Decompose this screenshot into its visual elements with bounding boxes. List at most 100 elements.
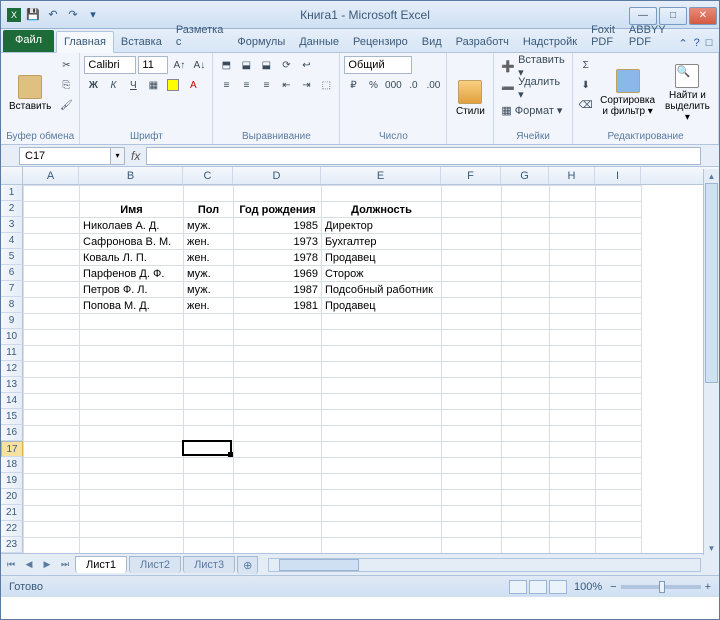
scroll-up-icon[interactable]: ▲ (704, 169, 719, 183)
zoom-percent[interactable]: 100% (574, 581, 602, 593)
cell-C18[interactable] (184, 458, 234, 474)
cell-G11[interactable] (502, 346, 550, 362)
cell-F22[interactable] (442, 522, 502, 538)
cell-A2[interactable] (24, 202, 80, 218)
sheet-nav-prev-icon[interactable]: ◀ (21, 557, 37, 573)
row-header-6[interactable]: 6 (1, 265, 23, 281)
tab-addins[interactable]: Надстройк (516, 32, 584, 52)
cell-A21[interactable] (24, 506, 80, 522)
cell-D23[interactable] (234, 538, 322, 554)
col-header-G[interactable]: G (501, 167, 549, 184)
cell-C5[interactable]: жен. (184, 250, 234, 266)
cell-E15[interactable] (322, 410, 442, 426)
format-cells-button[interactable]: ▦Формат ▾ (498, 100, 567, 120)
help-icon[interactable]: ? (694, 37, 700, 50)
cell-A8[interactable] (24, 298, 80, 314)
percent-icon[interactable]: % (364, 76, 382, 94)
cell-I22[interactable] (596, 522, 642, 538)
cell-G21[interactable] (502, 506, 550, 522)
cell-C15[interactable] (184, 410, 234, 426)
cell-F7[interactable] (442, 282, 502, 298)
cell-G23[interactable] (502, 538, 550, 554)
qat-dropdown-icon[interactable]: ▾ (85, 7, 101, 23)
cell-B8[interactable]: Попова М. Д. (80, 298, 184, 314)
cell-H9[interactable] (550, 314, 596, 330)
cell-F16[interactable] (442, 426, 502, 442)
cell-E11[interactable] (322, 346, 442, 362)
format-painter-icon[interactable]: 🖌 (57, 96, 75, 114)
cell-I12[interactable] (596, 362, 642, 378)
cell-A6[interactable] (24, 266, 80, 282)
fx-icon[interactable]: fx (131, 149, 140, 163)
cell-F10[interactable] (442, 330, 502, 346)
cell-E21[interactable] (322, 506, 442, 522)
cell-H17[interactable] (550, 442, 596, 458)
comma-icon[interactable]: 000 (384, 76, 402, 94)
cell-D15[interactable] (234, 410, 322, 426)
cell-D16[interactable] (234, 426, 322, 442)
indent-inc-icon[interactable]: ⇥ (297, 76, 315, 94)
row-header-2[interactable]: 2 (1, 201, 23, 217)
cell-G3[interactable] (502, 218, 550, 234)
tab-view[interactable]: Вид (415, 32, 449, 52)
italic-button[interactable]: К (104, 76, 122, 94)
row-header-20[interactable]: 20 (1, 489, 23, 505)
scroll-down-icon[interactable]: ▼ (704, 541, 719, 555)
cell-H14[interactable] (550, 394, 596, 410)
cell-C23[interactable] (184, 538, 234, 554)
cell-I4[interactable] (596, 234, 642, 250)
cell-I14[interactable] (596, 394, 642, 410)
sheet-tab-2[interactable]: Лист2 (129, 556, 181, 573)
sheet-nav-next-icon[interactable]: ▶ (39, 557, 55, 573)
cell-F23[interactable] (442, 538, 502, 554)
cell-H1[interactable] (550, 186, 596, 202)
cell-B10[interactable] (80, 330, 184, 346)
row-header-22[interactable]: 22 (1, 521, 23, 537)
cell-B2[interactable]: Имя (80, 202, 184, 218)
row-header-17[interactable]: 17 (1, 441, 23, 457)
cell-E2[interactable]: Должность (322, 202, 442, 218)
cell-F11[interactable] (442, 346, 502, 362)
paste-button[interactable]: Вставить (5, 56, 55, 130)
row-header-12[interactable]: 12 (1, 361, 23, 377)
cell-A11[interactable] (24, 346, 80, 362)
row-header-10[interactable]: 10 (1, 329, 23, 345)
view-layout-icon[interactable] (529, 580, 547, 594)
tab-foxit[interactable]: Foxit PDF (584, 20, 622, 52)
cell-A14[interactable] (24, 394, 80, 410)
formula-input[interactable] (146, 147, 701, 165)
cell-C22[interactable] (184, 522, 234, 538)
cell-I18[interactable] (596, 458, 642, 474)
font-size-select[interactable]: 11 (138, 56, 168, 74)
tab-review[interactable]: Рецензиро (346, 32, 415, 52)
bold-button[interactable]: Ж (84, 76, 102, 94)
horizontal-scrollbar[interactable] (268, 558, 701, 572)
cell-G22[interactable] (502, 522, 550, 538)
row-header-19[interactable]: 19 (1, 473, 23, 489)
cell-I7[interactable] (596, 282, 642, 298)
row-header-9[interactable]: 9 (1, 313, 23, 329)
cell-I5[interactable] (596, 250, 642, 266)
cell-B23[interactable] (80, 538, 184, 554)
cell-H2[interactable] (550, 202, 596, 218)
cell-B17[interactable] (80, 442, 184, 458)
autosum-icon[interactable]: Σ (577, 56, 595, 74)
col-header-I[interactable]: I (595, 167, 641, 184)
cell-H15[interactable] (550, 410, 596, 426)
cell-D1[interactable] (234, 186, 322, 202)
cell-B12[interactable] (80, 362, 184, 378)
cell-G5[interactable] (502, 250, 550, 266)
cell-I9[interactable] (596, 314, 642, 330)
cell-C8[interactable]: жен. (184, 298, 234, 314)
cell-B3[interactable]: Николаев А. Д. (80, 218, 184, 234)
cell-H22[interactable] (550, 522, 596, 538)
cell-C6[interactable]: муж. (184, 266, 234, 282)
cell-A17[interactable] (24, 442, 80, 458)
zoom-in-icon[interactable]: + (705, 581, 711, 593)
cell-C11[interactable] (184, 346, 234, 362)
cell-F12[interactable] (442, 362, 502, 378)
cell-C2[interactable]: Пол (184, 202, 234, 218)
cell-G18[interactable] (502, 458, 550, 474)
cell-I16[interactable] (596, 426, 642, 442)
cell-B20[interactable] (80, 490, 184, 506)
